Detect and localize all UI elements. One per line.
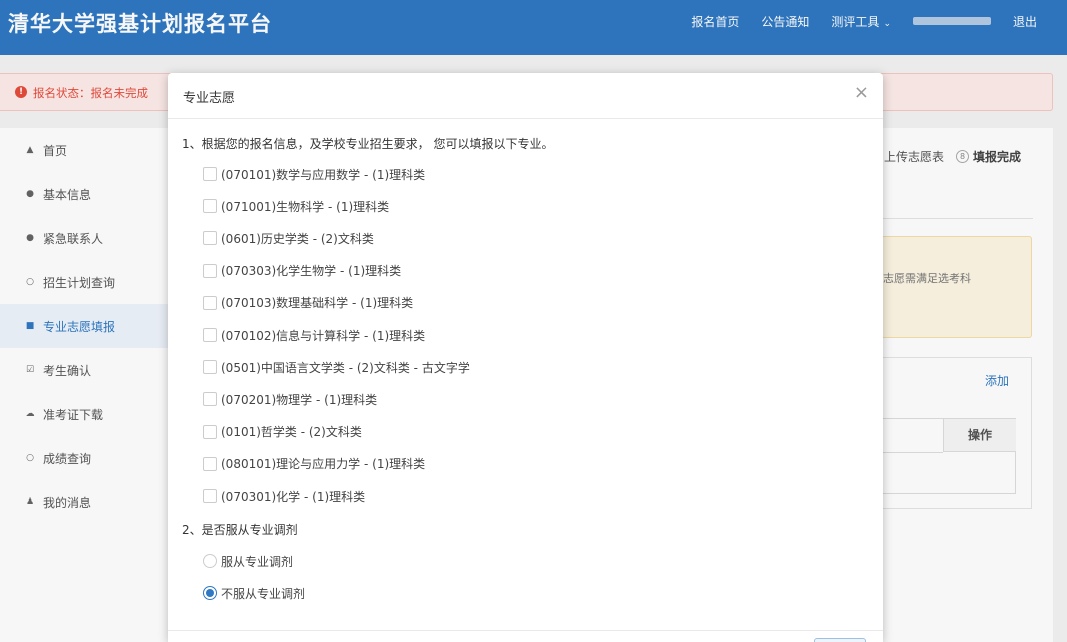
major-checkbox[interactable] xyxy=(203,231,217,246)
major-option-label: (080101)理论与应用力学 - (1)理科类 xyxy=(221,457,426,472)
adjust-option[interactable]: 不服从专业调剂 xyxy=(203,585,305,601)
major-checkbox[interactable] xyxy=(203,328,217,342)
question-1: 1、根据您的报名信息，及学校专业招生要求， 您可以填报以下专业。 xyxy=(182,137,554,151)
major-checkbox[interactable] xyxy=(203,295,217,310)
major-checkbox[interactable] xyxy=(203,489,217,503)
major-option-label: (071001)生物科学 - (1)理科类 xyxy=(221,199,390,214)
major-option-label: (0601)历史学类 - (2)文科类 xyxy=(221,231,374,246)
major-checkbox[interactable] xyxy=(203,199,217,214)
major-option-label: (0101)哲学类 - (2)文科类 xyxy=(221,425,362,440)
major-option[interactable]: (0101)哲学类 - (2)文科类 xyxy=(203,424,362,440)
major-option[interactable]: (070101)数学与应用数学 - (1)理科类 xyxy=(203,166,425,182)
major-option[interactable]: (0601)历史学类 - (2)文科类 xyxy=(203,230,374,246)
adjust-option[interactable]: 服从专业调剂 xyxy=(203,553,293,569)
close-icon[interactable]: × xyxy=(854,84,869,102)
major-option-label: (070303)化学生物学 - (1)理科类 xyxy=(221,264,402,279)
major-option-label: (070201)物理学 - (1)理科类 xyxy=(221,392,378,407)
major-option[interactable]: (070102)信息与计算科学 - (1)理科类 xyxy=(203,327,425,343)
dialog-title: 专业志愿 xyxy=(183,91,236,106)
major-option[interactable]: (070303)化学生物学 - (1)理科类 xyxy=(203,263,401,279)
major-checkbox[interactable] xyxy=(203,424,217,439)
major-checkbox[interactable] xyxy=(203,360,217,375)
major-option-label: (070101)数学与应用数学 - (1)理科类 xyxy=(221,167,426,182)
major-checkbox[interactable] xyxy=(203,456,217,471)
adjust-option-label: 服从专业调剂 xyxy=(221,554,294,569)
dialog-header: 专业志愿 × xyxy=(168,73,883,119)
question-2: 2、是否服从专业调剂 xyxy=(182,523,298,537)
dialog-footer-divider xyxy=(168,630,883,631)
confirm-button[interactable] xyxy=(814,638,866,642)
major-option-label: (070102)信息与计算科学 - (1)理科类 xyxy=(221,328,426,343)
major-option[interactable]: (070201)物理学 - (1)理科类 xyxy=(203,391,377,407)
major-option[interactable]: (070103)数理基础科学 - (1)理科类 xyxy=(203,295,413,311)
major-option[interactable]: (0501)中国语言文学类 - (2)文科类 - 古文字学 xyxy=(203,359,470,375)
adjust-radio[interactable] xyxy=(203,586,217,600)
major-checkbox[interactable] xyxy=(203,167,217,181)
major-option-label: (0501)中国语言文学类 - (2)文科类 - 古文字学 xyxy=(221,360,470,375)
major-checkbox[interactable] xyxy=(203,263,217,278)
major-checkbox[interactable] xyxy=(203,392,217,407)
major-option[interactable]: (071001)生物科学 - (1)理科类 xyxy=(203,198,389,214)
adjust-radio[interactable] xyxy=(203,554,217,568)
major-option[interactable]: (070301)化学 - (1)理科类 xyxy=(203,488,365,504)
major-option-label: (070301)化学 - (1)理科类 xyxy=(221,489,366,504)
major-choice-dialog: 专业志愿 × 1、根据您的报名信息，及学校专业招生要求， 您可以填报以下专业。 … xyxy=(168,73,883,642)
adjust-option-label: 不服从专业调剂 xyxy=(221,586,306,601)
major-option[interactable]: (080101)理论与应用力学 - (1)理科类 xyxy=(203,456,425,472)
major-option-label: (070103)数理基础科学 - (1)理科类 xyxy=(221,296,414,311)
